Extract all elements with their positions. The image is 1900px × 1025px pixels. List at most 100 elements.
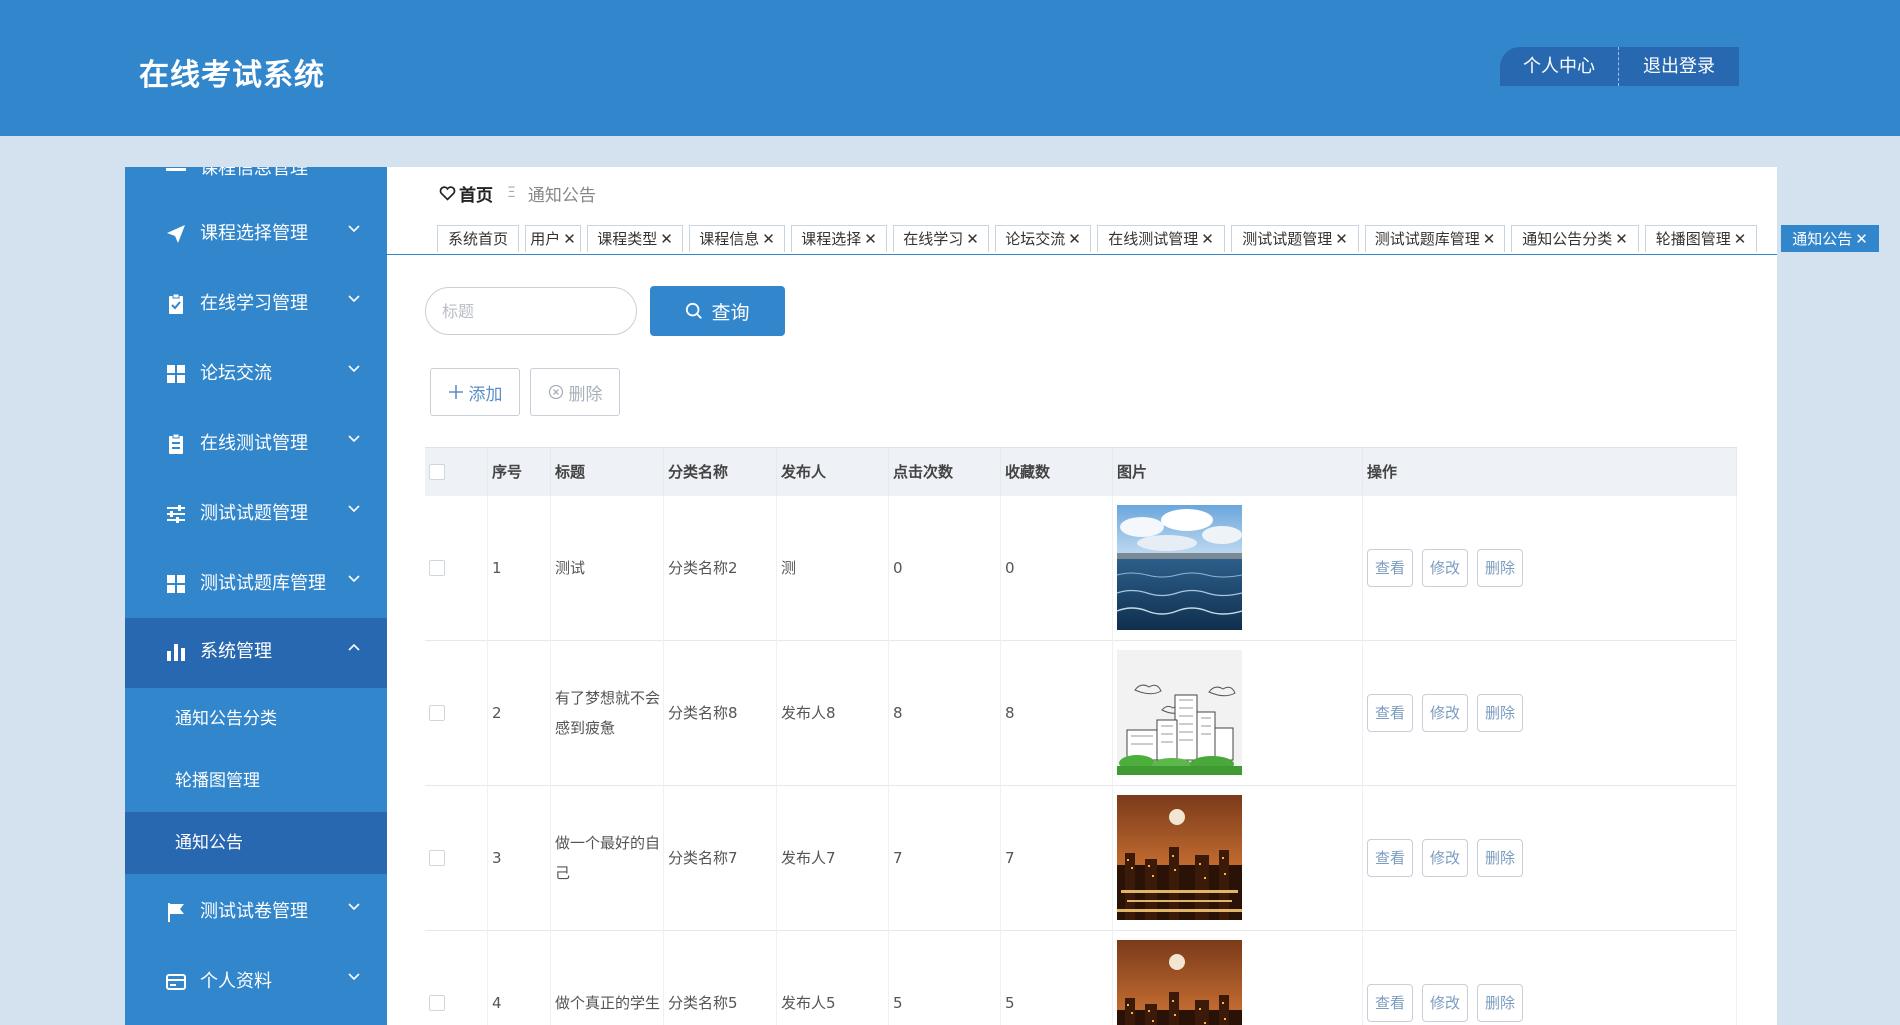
row-checkbox-cell [425,640,488,785]
query-button[interactable]: 查询 [650,286,785,336]
sidebar-subitem-carousel[interactable]: 轮播图管理 [125,750,387,812]
close-icon[interactable]: ✕ [864,230,877,248]
select-all-checkbox[interactable] [429,464,445,480]
close-icon[interactable]: ✕ [966,230,979,248]
row-checkbox[interactable] [429,704,445,721]
cell-favorites: 0 [1001,495,1113,640]
sidebar-item-profile[interactable]: 个人资料 [125,948,387,1018]
cell-category: 分类名称7 [664,785,777,930]
view-button[interactable]: 查看 [1367,838,1413,877]
row-checkbox[interactable] [429,994,445,1011]
cell-no: 3 [488,785,551,930]
tab-notice[interactable]: 通知公告 ✕ [1781,225,1879,252]
delete-button[interactable]: 删除 [1477,983,1523,1022]
row-checkbox-cell [425,785,488,930]
close-icon[interactable]: ✕ [1201,230,1214,248]
sidebar-item-test-papers[interactable]: 测试试卷管理 [125,878,387,948]
sidebar-item-course-selection[interactable]: 课程选择管理 [125,200,387,270]
chevron-down-icon [348,295,360,303]
cell-clicks: 5 [889,930,1001,1025]
close-icon[interactable]: ✕ [1615,230,1628,248]
edit-button[interactable]: 修改 [1422,838,1468,877]
sidebar-item-label: 测试试卷管理 [200,901,308,922]
clipboard-icon [169,433,183,454]
profile-button[interactable]: 个人中心 [1500,47,1619,86]
tab-system-home[interactable]: 系统首页 [437,225,519,252]
tab-question-bank[interactable]: 测试试题库管理 ✕ [1365,225,1505,252]
close-icon[interactable]: ✕ [660,230,673,248]
edit-button[interactable]: 修改 [1422,693,1468,732]
edit-button[interactable]: 修改 [1422,983,1468,1022]
delete-button[interactable]: 删除 [1477,838,1523,877]
row-checkbox[interactable] [429,559,445,576]
view-button[interactable]: 查看 [1367,548,1413,587]
close-icon[interactable]: ✕ [1734,230,1747,248]
city-night-thumbnail [1117,940,1242,1025]
tab-course-info[interactable]: 课程信息 ✕ [689,225,785,252]
row-checkbox-cell [425,495,488,640]
add-button[interactable]: 添加 [430,368,520,416]
logout-button[interactable]: 退出登录 [1619,47,1739,86]
header-checkbox-cell [425,448,488,496]
header-actions: 个人中心 退出登录 [1500,47,1739,86]
sidebar-item-system-management[interactable]: 系统管理 [125,618,387,688]
close-icon[interactable]: ✕ [1068,230,1081,248]
search-icon [686,302,703,319]
plus-icon [448,385,463,399]
delete-button[interactable]: 删除 [1477,693,1523,732]
cell-actions: 查看 修改 删除 [1363,495,1737,640]
tab-course-type[interactable]: 课程类型 ✕ [587,225,683,252]
sidebar-item-question-bank[interactable]: 测试试题库管理 [125,550,387,620]
clipboard-check-icon [169,293,183,314]
add-button-label: 添加 [468,384,503,405]
cell-publisher: 测 [777,495,889,640]
view-button[interactable]: 查看 [1367,693,1413,732]
tab-label: 课程信息 [699,230,760,248]
cell-title: 做一个最好的自己 [551,785,664,930]
chevron-down-icon [348,575,360,583]
chevron-down-icon [348,505,360,513]
cell-category: 分类名称2 [664,495,777,640]
breadcrumb-home[interactable]: 首页 [459,181,493,206]
top-header: 在线考试系统 个人中心 退出登录 [0,0,1900,136]
column-header: 收藏数 [1001,448,1113,496]
tab-test-questions[interactable]: 测试试题管理 ✕ [1231,225,1359,252]
delete-button[interactable]: 删除 [1477,548,1523,587]
cell-actions: 查看 修改 删除 [1363,930,1737,1025]
table-row: 2 有了梦想就不会感到疲惫 分类名称8 发布人8 8 8 查看 修改 删除 [425,640,1737,786]
sidebar-item-online-learning[interactable]: 在线学习管理 [125,270,387,340]
send-icon [167,225,185,243]
close-icon[interactable]: ✕ [563,230,576,248]
close-icon[interactable]: ✕ [1335,230,1348,248]
close-circle-icon [548,384,563,400]
sidebar-subitem-notice[interactable]: 通知公告 [125,812,387,874]
close-icon[interactable]: ✕ [762,230,775,248]
view-button[interactable]: 查看 [1367,983,1413,1022]
close-icon[interactable]: ✕ [1483,230,1496,248]
tab-label: 系统首页 [447,230,508,248]
sidebar-item-test-questions[interactable]: 测试试题管理 [125,480,387,550]
sidebar-item-online-test[interactable]: 在线测试管理 [125,410,387,480]
tab-course-selection[interactable]: 课程选择 ✕ [791,225,887,252]
tab-user[interactable]: 用户 ✕ [525,225,581,252]
edit-button[interactable]: 修改 [1422,548,1468,587]
row-checkbox[interactable] [429,849,445,866]
tab-online-learning[interactable]: 在线学习 ✕ [893,225,989,252]
table-row: 3 做一个最好的自己 分类名称7 发布人7 7 7 查看 修改 删除 [425,785,1737,931]
sidebar-item-label: 系统管理 [200,641,272,662]
sidebar-item-forum[interactable]: 论坛交流 [125,340,387,410]
tab-online-test[interactable]: 在线测试管理 ✕ [1097,225,1225,252]
title-search-input[interactable] [425,287,637,335]
table-row: 1 测试 分类名称2 测 0 0 查看 修改 删除 [425,495,1737,641]
close-icon[interactable]: ✕ [1855,230,1868,248]
tab-carousel[interactable]: 轮播图管理 ✕ [1645,225,1757,252]
sidebar-subitem-notice-category[interactable]: 通知公告分类 [125,688,387,750]
chevron-up-icon [348,643,360,651]
cell-category: 分类名称8 [664,640,777,785]
breadcrumb-separator: Ξ [507,185,516,201]
tab-forum[interactable]: 论坛交流 ✕ [995,225,1091,252]
sidebar-subitem-label: 轮播图管理 [175,771,260,791]
tab-notice-category[interactable]: 通知公告分类 ✕ [1511,225,1639,252]
column-header: 操作 [1363,448,1737,496]
batch-delete-button[interactable]: 删除 [530,368,620,416]
